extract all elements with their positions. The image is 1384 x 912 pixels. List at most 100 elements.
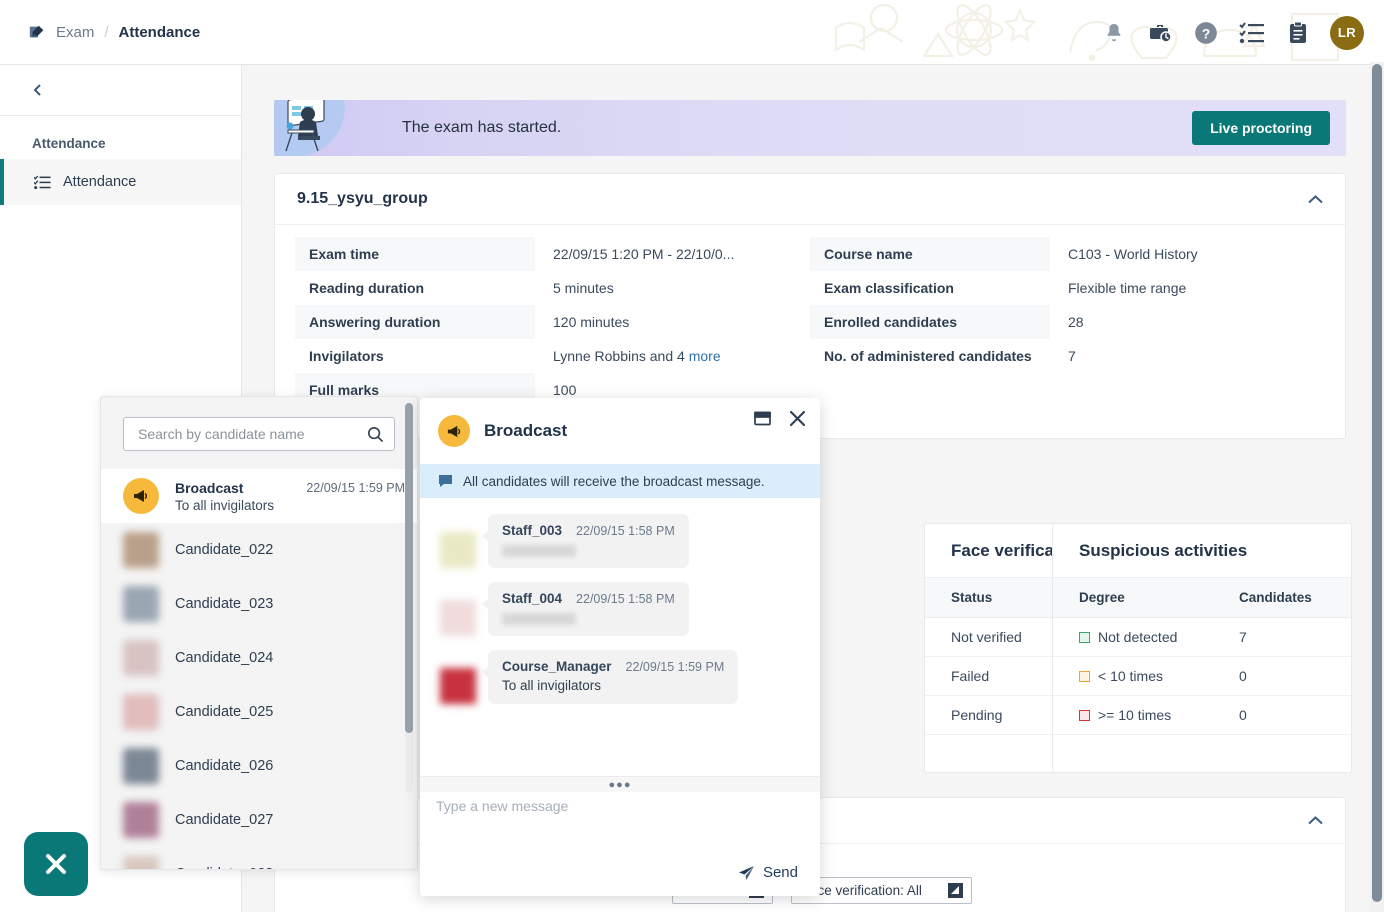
avatar[interactable]: LR <box>1330 15 1364 50</box>
detail-value: 5 minutes <box>553 280 614 296</box>
message-item: Staff_004 22/09/15 1:58 PM <box>440 582 800 636</box>
detail-value: Flexible time range <box>1068 280 1187 296</box>
svg-text:?: ? <box>1202 25 1211 41</box>
row-label: Not detected <box>1053 617 1213 657</box>
row-value: 0 <box>1213 656 1351 696</box>
list-item[interactable]: Candidate_023 <box>101 577 417 631</box>
avatar <box>440 668 476 704</box>
detail-key: Exam time <box>295 237 535 271</box>
table-row: < 10 times 0 <box>1053 656 1351 696</box>
close-icon[interactable] <box>789 410 806 430</box>
search-icon[interactable] <box>367 426 384 443</box>
suspicious-activities-title: Suspicious activities <box>1079 540 1248 560</box>
list-item-meta: Broadcast 22/09/15 1:59 PM To all invigi… <box>175 480 405 513</box>
status-swatch-green <box>1079 632 1090 643</box>
list-item-name: Candidate_025 <box>175 704 274 720</box>
banner-message: The exam has started. <box>402 119 562 136</box>
sidebar-item-attendance[interactable]: Attendance <box>0 159 241 205</box>
list-item-subtitle: To all invigilators <box>175 497 275 513</box>
list-item[interactable]: Candidate_026 <box>101 739 417 793</box>
megaphone-icon <box>438 415 470 447</box>
detail-key: Course name <box>810 237 1050 271</box>
candidate-list-scrollbar[interactable] <box>405 403 413 793</box>
resize-handle[interactable]: ●●● <box>420 776 820 792</box>
help-icon[interactable]: ? <box>1192 19 1220 47</box>
row-label-text: Not detected <box>1098 629 1178 645</box>
chevron-left-icon <box>33 84 41 96</box>
search-box[interactable] <box>123 417 395 451</box>
banner-illustration <box>274 100 345 156</box>
avatar <box>123 532 159 568</box>
list-item[interactable]: Candidate_025 <box>101 685 417 739</box>
top-icon-group: ? LR <box>1100 0 1364 64</box>
checklist-icon[interactable] <box>1238 19 1266 47</box>
message-list[interactable]: Staff_003 22/09/15 1:58 PM Staff_004 22/… <box>420 498 820 776</box>
row-value: 7 <box>1213 617 1351 657</box>
search-input[interactable] <box>136 425 367 443</box>
table-row: Not detected 7 <box>1053 617 1351 657</box>
detail-key: Enrolled candidates <box>810 305 1050 339</box>
broadcast-notice: All candidates will receive the broadcas… <box>420 464 820 498</box>
row-label: >= 10 times <box>1053 695 1213 735</box>
exam-details-header: 9.15_ysyu_group <box>275 174 1345 225</box>
candidate-list[interactable]: Broadcast 22/09/15 1:59 PM To all invigi… <box>101 469 417 869</box>
list-item[interactable]: Candidate_027 <box>101 793 417 847</box>
message-time: 22/09/15 1:59 PM <box>625 660 725 674</box>
message-sender: Course_Manager <box>502 659 612 674</box>
close-chat-fab[interactable] <box>24 832 88 896</box>
list-item[interactable]: Candidate_022 <box>101 523 417 577</box>
detail-value: 28 <box>1068 314 1084 330</box>
detail-row: Answering duration 120 minutes <box>295 305 810 339</box>
sidebar-collapse-button[interactable] <box>0 65 241 116</box>
detail-row: Exam classification Flexible time range <box>810 271 1325 305</box>
message-sender: Staff_003 <box>502 523 563 538</box>
sidebar-item-label: Attendance <box>63 174 137 190</box>
bell-icon[interactable] <box>1100 19 1128 47</box>
invigilators-more-link[interactable]: more <box>689 348 721 364</box>
message-bubble: Staff_003 22/09/15 1:58 PM <box>482 514 689 568</box>
send-button[interactable]: Send <box>732 863 804 882</box>
invigilators-text: Lynne Robbins and 4 <box>553 348 685 364</box>
candidate-list-scrollbar-thumb[interactable] <box>405 403 413 733</box>
exam-icon <box>29 25 44 38</box>
detail-key: No. of administered candidates <box>810 339 1050 373</box>
detail-row: Reading duration 5 minutes <box>295 271 810 305</box>
chevron-up-icon[interactable] <box>1308 813 1323 828</box>
list-item-name: Candidate_026 <box>175 758 274 774</box>
column-header: Candidates <box>1213 578 1351 618</box>
list-item-time: 22/09/15 1:59 PM <box>306 480 405 495</box>
breadcrumb-root[interactable]: Exam <box>56 24 94 41</box>
message-body-redacted <box>502 545 576 557</box>
avatar <box>123 640 159 676</box>
avatar <box>123 802 159 838</box>
message-bubble: Staff_004 22/09/15 1:58 PM <box>482 582 689 636</box>
chevron-up-icon[interactable] <box>1308 192 1323 207</box>
breadcrumb-current: Attendance <box>118 23 201 41</box>
exam-details-grid: Exam time 22/09/15 1:20 PM - 22/10/0... … <box>275 225 1345 407</box>
suspicious-activities-card: Suspicious activities Degree Candidates … <box>1052 523 1352 773</box>
avatar <box>123 856 159 869</box>
list-item-name: Candidate_023 <box>175 596 274 612</box>
page-scrollbar-thumb[interactable] <box>1372 64 1382 902</box>
live-proctoring-button[interactable]: Live proctoring <box>1192 111 1330 145</box>
clipboard-icon[interactable] <box>1284 19 1312 47</box>
message-header: Staff_003 22/09/15 1:58 PM <box>502 523 675 538</box>
breadcrumb-separator: / <box>104 23 109 41</box>
message-item: Staff_003 22/09/15 1:58 PM <box>440 514 800 568</box>
send-label: Send <box>762 864 798 881</box>
candidate-chat-list-panel: Broadcast 22/09/15 1:59 PM To all invigi… <box>100 396 418 870</box>
briefcase-clock-icon[interactable] <box>1146 19 1174 47</box>
minimize-window-icon[interactable] <box>754 411 771 429</box>
paper-plane-icon <box>738 865 754 880</box>
list-item[interactable]: Candidate_028 <box>101 847 417 869</box>
message-input[interactable] <box>434 796 804 852</box>
message-body-redacted <box>502 613 576 625</box>
page-scrollbar[interactable] <box>1370 62 1384 912</box>
detail-key: Reading duration <box>295 271 535 305</box>
exam-details-right-column: Course name C103 - World History Exam cl… <box>810 237 1325 407</box>
list-item[interactable]: Candidate_024 <box>101 631 417 685</box>
list-item-name: Candidate_022 <box>175 542 274 558</box>
list-item-broadcast[interactable]: Broadcast 22/09/15 1:59 PM To all invigi… <box>101 469 417 523</box>
message-time: 22/09/15 1:58 PM <box>576 524 675 538</box>
table-row: >= 10 times 0 <box>1053 695 1351 735</box>
